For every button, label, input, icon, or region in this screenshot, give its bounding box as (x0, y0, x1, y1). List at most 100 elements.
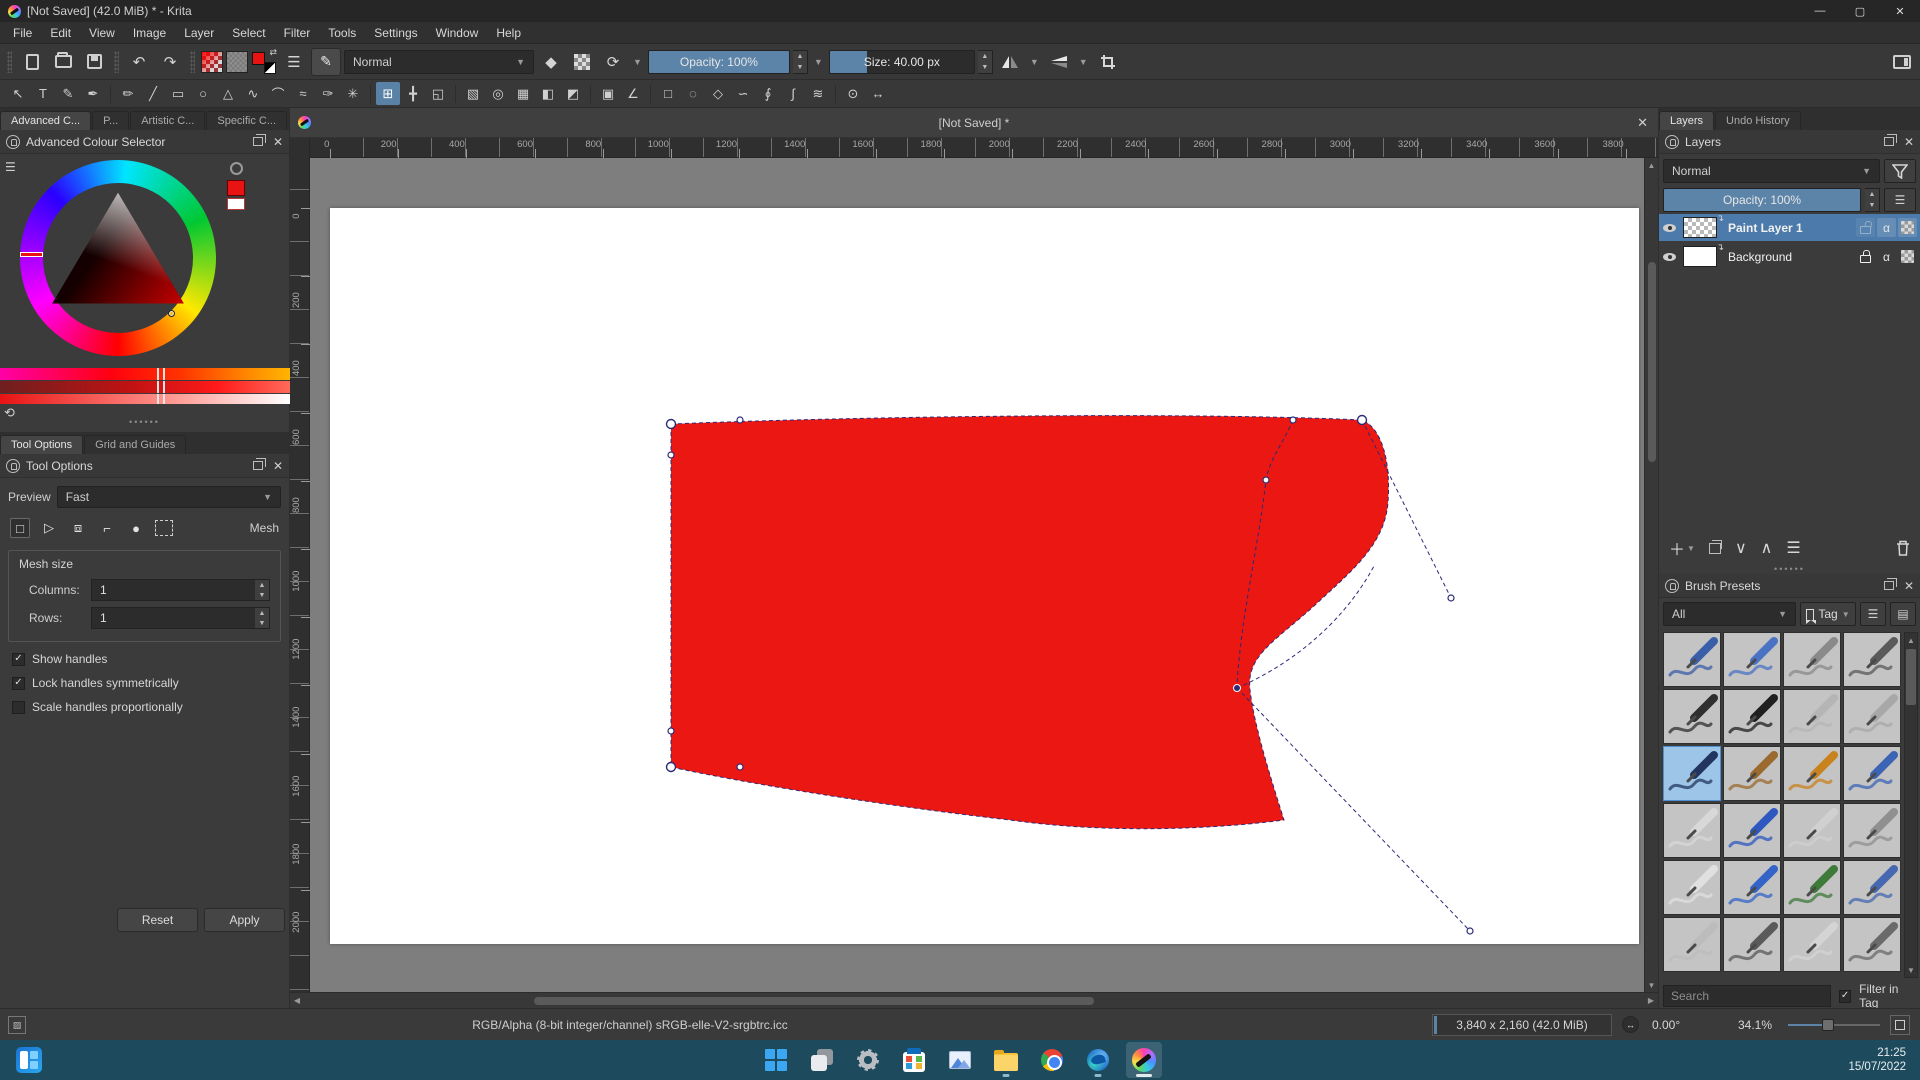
horizontal-scrollbar[interactable]: ◀ ▶ (290, 992, 1658, 1008)
menu-window[interactable]: Window (427, 22, 488, 44)
tool-bezier-curve[interactable]: ⌒ (266, 82, 290, 105)
background-color-swatch[interactable] (264, 62, 276, 74)
tag-button[interactable]: Tag ▼ (1800, 602, 1856, 626)
menu-select[interactable]: Select (223, 22, 274, 44)
tab-p-[interactable]: P... (92, 111, 129, 130)
swap-colors-icon[interactable]: ⇄ (269, 47, 277, 58)
close-docker-icon[interactable]: ✕ (1904, 580, 1914, 592)
columns-spinbox[interactable]: 1 ▲▼ (91, 579, 270, 601)
widgets-icon[interactable] (16, 1047, 42, 1073)
tab-tool-options[interactable]: Tool Options (0, 435, 83, 454)
mesh-edge-node[interactable] (1290, 417, 1296, 423)
tool-edit-shapes[interactable]: ✎ (56, 82, 80, 105)
tool-polygon[interactable]: △ (216, 82, 240, 105)
menu-image[interactable]: Image (124, 22, 175, 44)
tool-bezier-select[interactable]: ∫ (781, 82, 805, 105)
tool-line[interactable]: ╱ (141, 82, 165, 105)
opacity-spinner[interactable]: ▲▼ (793, 50, 808, 74)
lock-docker-icon[interactable] (6, 459, 20, 473)
canvas-viewport[interactable] (310, 158, 1644, 992)
close-docker-icon[interactable]: ✕ (273, 136, 283, 148)
taskbar-icon-settings[interactable] (850, 1042, 886, 1078)
selection-display-button[interactable]: ▨ (8, 1016, 26, 1034)
menu-filter[interactable]: Filter (275, 22, 320, 44)
hue-ring[interactable] (20, 160, 216, 356)
float-docker-icon[interactable] (253, 137, 263, 146)
toolbar-grip[interactable] (7, 51, 12, 73)
taskbar-icon-store[interactable] (896, 1042, 932, 1078)
zoom-slider[interactable] (1788, 1024, 1880, 1026)
lock-docker-icon[interactable] (1665, 579, 1679, 593)
advanced-colour-selector[interactable]: ☰ (0, 154, 289, 368)
tab-artistic-c-[interactable]: Artistic C... (130, 111, 205, 130)
duplicate-layer-button[interactable] (1709, 543, 1721, 554)
rows-spinbox[interactable]: 1 ▲▼ (91, 607, 270, 629)
brush-size-slider[interactable]: Size: 40.00 px (829, 50, 975, 74)
mesh-edge-node[interactable] (668, 728, 674, 734)
close-docker-icon[interactable]: ✕ (1904, 136, 1914, 148)
brush-preset-sketch-blue[interactable] (1843, 860, 1901, 915)
lock-docker-icon[interactable] (6, 135, 20, 149)
transform-mode-free[interactable]: □ (10, 518, 30, 538)
brush-preset-pencil-soft[interactable] (1843, 803, 1901, 858)
workspace-chooser-button[interactable] (1888, 48, 1916, 76)
layer-options-menu-button[interactable]: ☰ (1884, 188, 1916, 212)
scroll-down-icon[interactable]: ▼ (1904, 963, 1918, 977)
maximize-button[interactable]: ▢ (1840, 0, 1880, 22)
float-docker-icon[interactable] (1884, 581, 1894, 590)
vertical-mirror-button[interactable] (1045, 48, 1073, 76)
shade-strip[interactable] (0, 381, 290, 393)
taskbar-icon-file-explorer[interactable] (988, 1042, 1024, 1078)
toolbar-grip[interactable] (114, 51, 119, 73)
brush-preset-ink-pen[interactable] (1663, 689, 1721, 744)
filter-in-tag-checkbox[interactable]: ✓ (1839, 990, 1851, 1003)
transform-mode-warp[interactable]: ⧈ (68, 518, 88, 538)
mesh-corner-node[interactable] (667, 763, 676, 772)
delete-layer-button[interactable] (1896, 540, 1910, 556)
checkbox-show-handles[interactable]: ✓ (12, 653, 25, 666)
undo-button[interactable]: ↶ (125, 48, 153, 76)
brush-preset-charcoal[interactable] (1843, 917, 1901, 972)
close-docker-icon[interactable]: ✕ (273, 460, 283, 472)
tool-transform[interactable]: ⊞ (376, 82, 400, 105)
gradient-chooser-button[interactable] (201, 51, 223, 73)
chevron-down-icon[interactable]: ▼ (630, 57, 645, 67)
move-layer-up-button[interactable]: ∧ (1761, 538, 1773, 558)
refresh-strips-icon[interactable]: ⟲ (4, 405, 15, 421)
reset-button[interactable]: Reset (117, 908, 198, 932)
tool-polygon-select[interactable]: ◇ (706, 82, 730, 105)
layer-inherit-alpha-icon[interactable] (1898, 247, 1917, 266)
toolbar-grip[interactable] (190, 51, 195, 73)
apply-button[interactable]: Apply (204, 908, 285, 932)
float-docker-icon[interactable] (1884, 137, 1894, 146)
tool-pan[interactable]: ↔ (866, 82, 890, 105)
tool-freehand-select[interactable]: ∽ (731, 82, 755, 105)
close-document-icon[interactable]: ✕ (1637, 115, 1648, 131)
taskbar-clock[interactable]: 21:25 15/07/2022 (1848, 1046, 1906, 1074)
reload-original-preset-button[interactable]: ⟳ (599, 48, 627, 76)
eraser-mode-button[interactable]: ◆ (537, 48, 565, 76)
preserve-alpha-button[interactable] (568, 48, 596, 76)
lock-docker-icon[interactable] (1665, 135, 1679, 149)
preset-scrollbar[interactable]: ▲ ▼ (1904, 632, 1918, 978)
menu-help[interactable]: Help (487, 22, 530, 44)
mesh-corner-node[interactable] (667, 420, 676, 429)
preset-list-menu-button[interactable]: ☰ (1860, 602, 1886, 626)
chevron-down-icon[interactable]: ▼ (1076, 57, 1091, 67)
columns-spinner[interactable]: ▲▼ (255, 579, 270, 601)
tool-multibrush[interactable]: ✳ (341, 82, 365, 105)
tool-smart-patch[interactable]: ▣ (596, 82, 620, 105)
layer-alpha-icon[interactable]: α (1877, 218, 1896, 237)
save-button[interactable] (80, 48, 108, 76)
layer-opacity-slider[interactable]: Opacity: 100% (1663, 188, 1861, 212)
scroll-down-icon[interactable]: ▼ (1645, 978, 1659, 992)
brush-preset-shader-brush[interactable] (1723, 917, 1781, 972)
open-document-button[interactable] (49, 48, 77, 76)
tab-grid-and-guides[interactable]: Grid and Guides (84, 435, 186, 454)
layer-lock-icon[interactable] (1856, 247, 1875, 266)
blending-mode-dropdown[interactable]: Normal ▼ (344, 50, 534, 74)
last-color-circle[interactable] (230, 162, 243, 175)
preset-detail-view-button[interactable]: ▤ (1890, 602, 1916, 626)
brush-preset-fineliner[interactable] (1663, 860, 1721, 915)
brush-preset-eraser-soft[interactable] (1663, 632, 1721, 687)
